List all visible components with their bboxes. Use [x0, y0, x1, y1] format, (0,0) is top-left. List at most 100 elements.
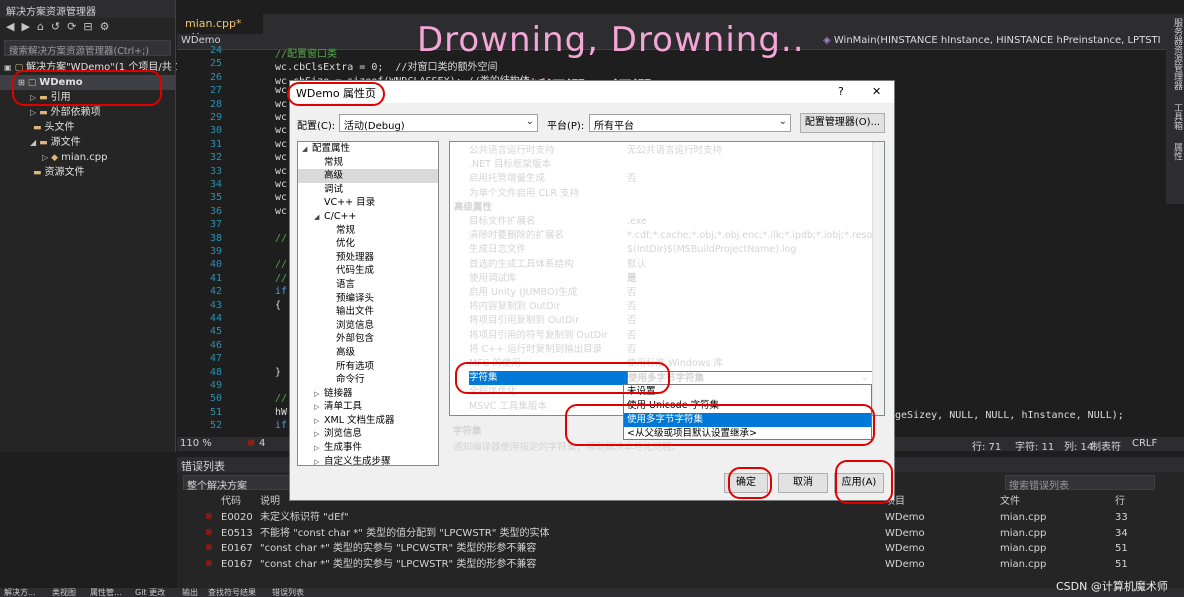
property-value[interactable]: 是 [627, 272, 637, 286]
settings-icon[interactable]: ⚙ [100, 20, 110, 36]
tree-expand-icon[interactable]: ▷ [314, 428, 324, 442]
property-value[interactable]: 否 [627, 300, 637, 314]
property-value[interactable]: 否 [627, 329, 637, 343]
tab-property-manager[interactable]: 属性管... [90, 588, 122, 597]
category-item[interactable]: 外部包含 [298, 332, 438, 346]
category-item[interactable]: 预编译头 [298, 292, 438, 306]
error-row[interactable]: ⊗ E0167 "const char *" 类型的实参与 "LPCWSTR" 类型… [177, 557, 1184, 572]
home-icon[interactable]: ⌂ [37, 20, 44, 36]
forward-icon[interactable]: ▶ [21, 20, 29, 36]
grid-row[interactable]: 将内容复制到 OutDir 否 [450, 300, 873, 314]
error-row[interactable]: ⊗ E0167 "const char *" 类型的实参与 "LPCWSTR" 类型… [177, 541, 1184, 556]
category-item[interactable]: 优化 [298, 237, 438, 251]
property-value[interactable]: .exe [627, 215, 647, 229]
server-explorer-tab[interactable]: 服务器资源管理器 [1172, 18, 1182, 90]
category-item[interactable]: ▷ 清单工具 [298, 400, 438, 414]
tree-item[interactable]: ▬ 头文件 [0, 120, 175, 135]
tree-expand-icon[interactable]: ▷ [314, 401, 324, 415]
property-category-tree[interactable]: ◢ 配置属性 常规 高级 调试 VC++ 目录 ◢ C/C++ 常规 优化 预处理器 代码生成 语言 预编… [297, 141, 439, 466]
category-item[interactable]: 语言 [298, 278, 438, 292]
category-item[interactable]: 所有选项 [298, 360, 438, 374]
platform-dropdown[interactable]: 所有平台 ⌄ [589, 114, 791, 132]
grid-row[interactable]: 将 C++ 运行时复制到输出目录 否 [450, 343, 873, 357]
category-item[interactable]: VC++ 目录 [298, 196, 438, 210]
nav-function-dropdown[interactable]: ◈ WinMain(HINSTANCE hInstance, HINSTANCE… [823, 35, 1168, 46]
category-item[interactable]: ▷ 链接器 [298, 387, 438, 401]
category-item[interactable]: ▷ 浏览信息 [298, 427, 438, 441]
category-item[interactable]: 命令行 [298, 373, 438, 387]
tree-expand-icon[interactable]: ▷ [314, 456, 324, 465]
category-item[interactable]: 高级 [298, 169, 438, 183]
property-value[interactable]: $(IntDir)$(MSBuildProjectName).log [627, 243, 796, 257]
grid-row[interactable]: 首选的生成工具体系结构 默认 [450, 258, 873, 272]
error-count[interactable]: 4 [259, 438, 265, 449]
col-code[interactable]: 代码 [221, 494, 241, 509]
sync-icon[interactable]: ⟳ [67, 20, 76, 36]
help-button[interactable]: ? [838, 85, 844, 98]
error-row[interactable]: ⊗ E0020 未定义标识符 "dEf" WDemo mian.cpp 33 [177, 510, 1184, 525]
cancel-button[interactable]: 取消 [778, 473, 828, 493]
property-value[interactable]: 无公共语言运行时支持 [627, 144, 722, 158]
tree-expand-icon[interactable]: ▷ [314, 415, 324, 429]
tab-class-view[interactable]: 类视图 [52, 588, 76, 597]
grid-row[interactable]: 使用调试库 是 [450, 272, 873, 286]
grid-row[interactable]: 启用 Unity (JUMBO)生成 否 [450, 286, 873, 300]
tree-expand-icon[interactable]: ▷ [42, 153, 48, 162]
tab-find-symbol[interactable]: 查找符号结果 [208, 588, 256, 597]
tab-error-list[interactable]: 错误列表 [272, 588, 304, 597]
grid-row[interactable]: 将项目引用复制到 OutDir 否 [450, 314, 873, 328]
tree-expand-icon[interactable]: ◢ [302, 143, 312, 157]
grid-scrollbar[interactable] [872, 142, 884, 415]
tab-output[interactable]: 输出 [182, 588, 198, 597]
category-item[interactable]: 常规 [298, 224, 438, 238]
property-value[interactable]: 否 [627, 343, 637, 357]
grid-row[interactable]: 生成日志文件 $(IntDir)$(MSBuildProjectName).log [450, 243, 873, 257]
category-item[interactable]: ▷ 自定义生成步骤 [298, 455, 438, 465]
tab-solution-explorer[interactable]: 解决方... [4, 588, 36, 597]
tree-item[interactable]: ▷ ◆ mian.cpp [0, 150, 175, 165]
config-dropdown[interactable]: 活动(Debug) ⌄ [339, 114, 538, 132]
collapse-all-icon[interactable]: ⊟ [83, 20, 92, 36]
grid-row[interactable]: 将项目引用的符号复制到 OutDir 否 [450, 329, 873, 343]
category-item[interactable]: 输出文件 [298, 305, 438, 319]
category-item[interactable]: 调试 [298, 183, 438, 197]
category-item[interactable]: 预处理器 [298, 251, 438, 265]
category-item[interactable]: ▷ 生成事件 [298, 441, 438, 455]
solution-explorer-search[interactable]: 搜索解决方案资源管理器(Ctrl+;) [4, 40, 171, 57]
zoom-level[interactable]: 110 % [180, 438, 212, 449]
col-desc[interactable]: 说明 [260, 494, 280, 509]
grid-row[interactable]: 启用托管增量生成 否 [450, 172, 873, 186]
history-icon[interactable]: ↺ [51, 20, 60, 36]
grid-row[interactable]: 目标文件扩展名 .exe [450, 215, 873, 229]
property-value[interactable]: 否 [627, 172, 637, 186]
category-item[interactable]: ▷ XML 文档生成器 [298, 414, 438, 428]
property-value[interactable]: 默认 [627, 258, 646, 272]
property-value[interactable]: 否 [627, 314, 637, 328]
tab-git-changes[interactable]: Git 更改 [135, 588, 165, 597]
grid-row[interactable]: 清除时要删除的扩展名 *.cdf;*.cache;*.obj;*.obj.enc;… [450, 229, 884, 243]
close-icon[interactable]: ✕ [872, 85, 881, 98]
grid-row[interactable]: 公共语言运行时支持 无公共语言运行时支持 [450, 144, 873, 158]
properties-tab[interactable]: 属性 [1172, 143, 1182, 161]
tab-mian-cpp[interactable]: mian.cpp* ✕ [177, 14, 263, 43]
tree-item[interactable]: ▬ 资源文件 [0, 165, 175, 180]
tree-expand-icon[interactable]: ◢ [30, 138, 36, 147]
category-item[interactable]: 代码生成 [298, 264, 438, 278]
col-line[interactable]: 行 [1115, 494, 1125, 509]
tree-item[interactable]: ◢ ▬ 源文件 [0, 135, 175, 150]
col-file[interactable]: 文件 [1000, 494, 1020, 509]
toolbox-tab[interactable]: 工具箱 [1172, 103, 1182, 130]
back-icon[interactable]: ◀ [6, 20, 14, 36]
config-manager-button[interactable]: 配置管理器(O)... [800, 113, 885, 133]
category-item[interactable]: ◢ C/C++ [298, 210, 438, 224]
tree-expand-icon[interactable]: ▷ [30, 108, 36, 117]
tree-item[interactable]: ▷ ▬ 外部依赖项 [0, 105, 175, 120]
grid-row[interactable]: .NET 目标框架版本 [450, 158, 873, 172]
tree-expand-icon[interactable]: ▷ [314, 442, 324, 456]
property-value[interactable]: 否 [627, 286, 637, 300]
category-item[interactable]: 高级 [298, 346, 438, 360]
tree-expand-icon[interactable]: ◢ [314, 211, 324, 225]
category-item[interactable]: 浏览信息 [298, 319, 438, 333]
category-item[interactable]: 常规 [298, 156, 438, 170]
error-row[interactable]: ⊗ E0513 不能将 "const char *" 类型的值分配到 "LPCWST… [177, 526, 1184, 541]
